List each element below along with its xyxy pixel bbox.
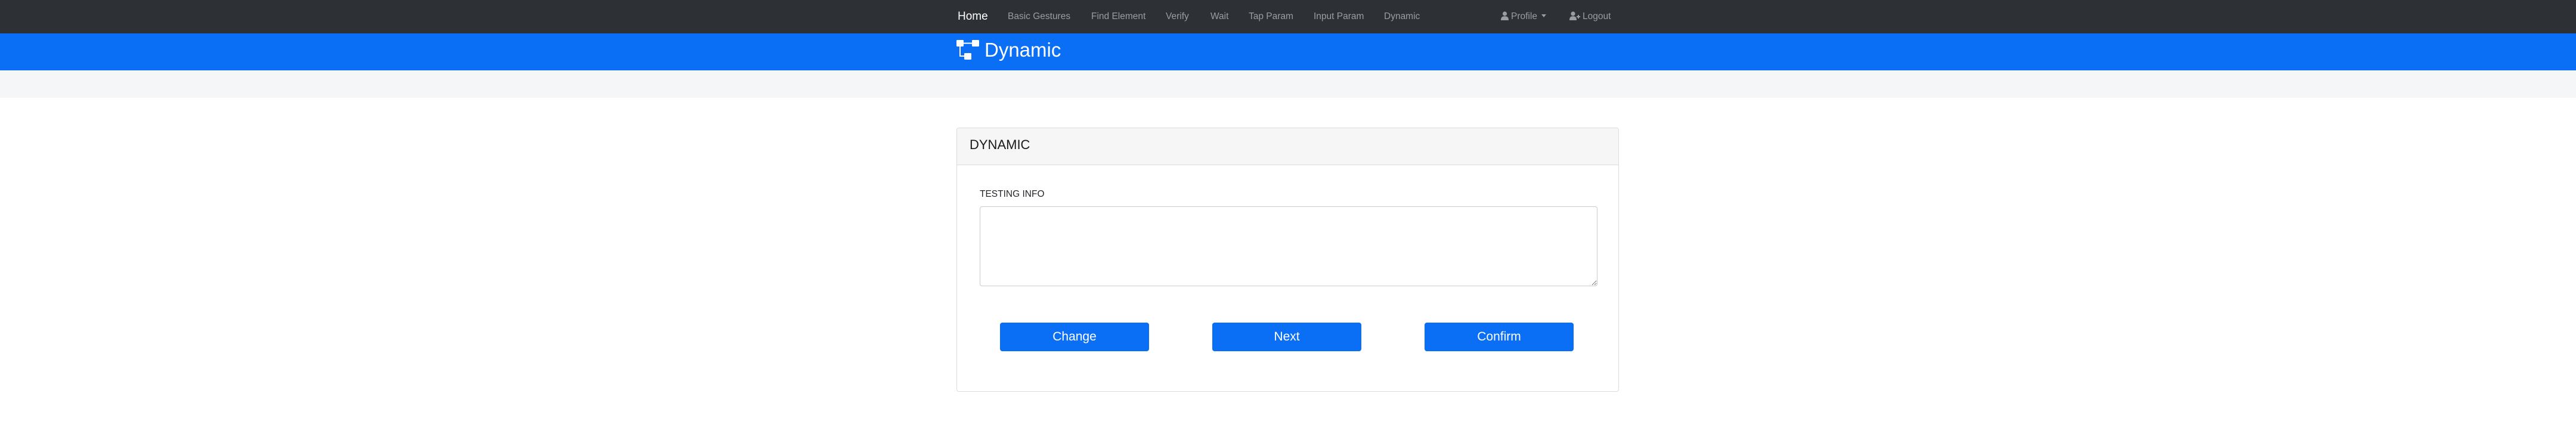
dynamic-card: DYNAMIC TESTING INFO Change Next Confirm — [956, 128, 1619, 392]
nav-link-tap-param[interactable]: Tap Param — [1249, 11, 1293, 23]
subheader-band — [0, 70, 2576, 98]
testing-info-label: TESTING INFO — [980, 189, 1045, 199]
nav-link-verify[interactable]: Verify — [1166, 11, 1189, 23]
logout-link[interactable]: Logout — [1569, 11, 1611, 24]
card-title: DYNAMIC — [970, 137, 1030, 152]
testing-info-textarea[interactable] — [980, 206, 1597, 286]
page-header-bar — [0, 33, 2576, 70]
nav-link-input-param[interactable]: Input Param — [1314, 11, 1364, 23]
top-navbar: Home Basic Gestures Find Element Verify … — [0, 0, 2576, 33]
nav-link-basic-gestures[interactable]: Basic Gestures — [1008, 11, 1070, 23]
confirm-button[interactable]: Confirm — [1425, 323, 1574, 351]
profile-label: Profile — [1511, 11, 1537, 21]
card-header: DYNAMIC — [957, 128, 1618, 165]
sitemap-icon — [956, 40, 980, 64]
nav-home-link[interactable]: Home — [958, 8, 988, 25]
nav-link-find-element[interactable]: Find Element — [1091, 11, 1145, 23]
logout-label: Logout — [1583, 11, 1611, 21]
user-logout-icon — [1569, 11, 1580, 24]
next-button[interactable]: Next — [1212, 323, 1361, 351]
chevron-down-icon — [1541, 14, 1546, 17]
user-icon — [1501, 11, 1509, 24]
nav-link-dynamic[interactable]: Dynamic — [1384, 11, 1420, 23]
nav-link-wait[interactable]: Wait — [1210, 11, 1228, 23]
profile-dropdown-toggle[interactable]: Profile — [1501, 11, 1546, 24]
change-button[interactable]: Change — [1000, 323, 1149, 351]
page-title: Dynamic — [984, 39, 1061, 61]
